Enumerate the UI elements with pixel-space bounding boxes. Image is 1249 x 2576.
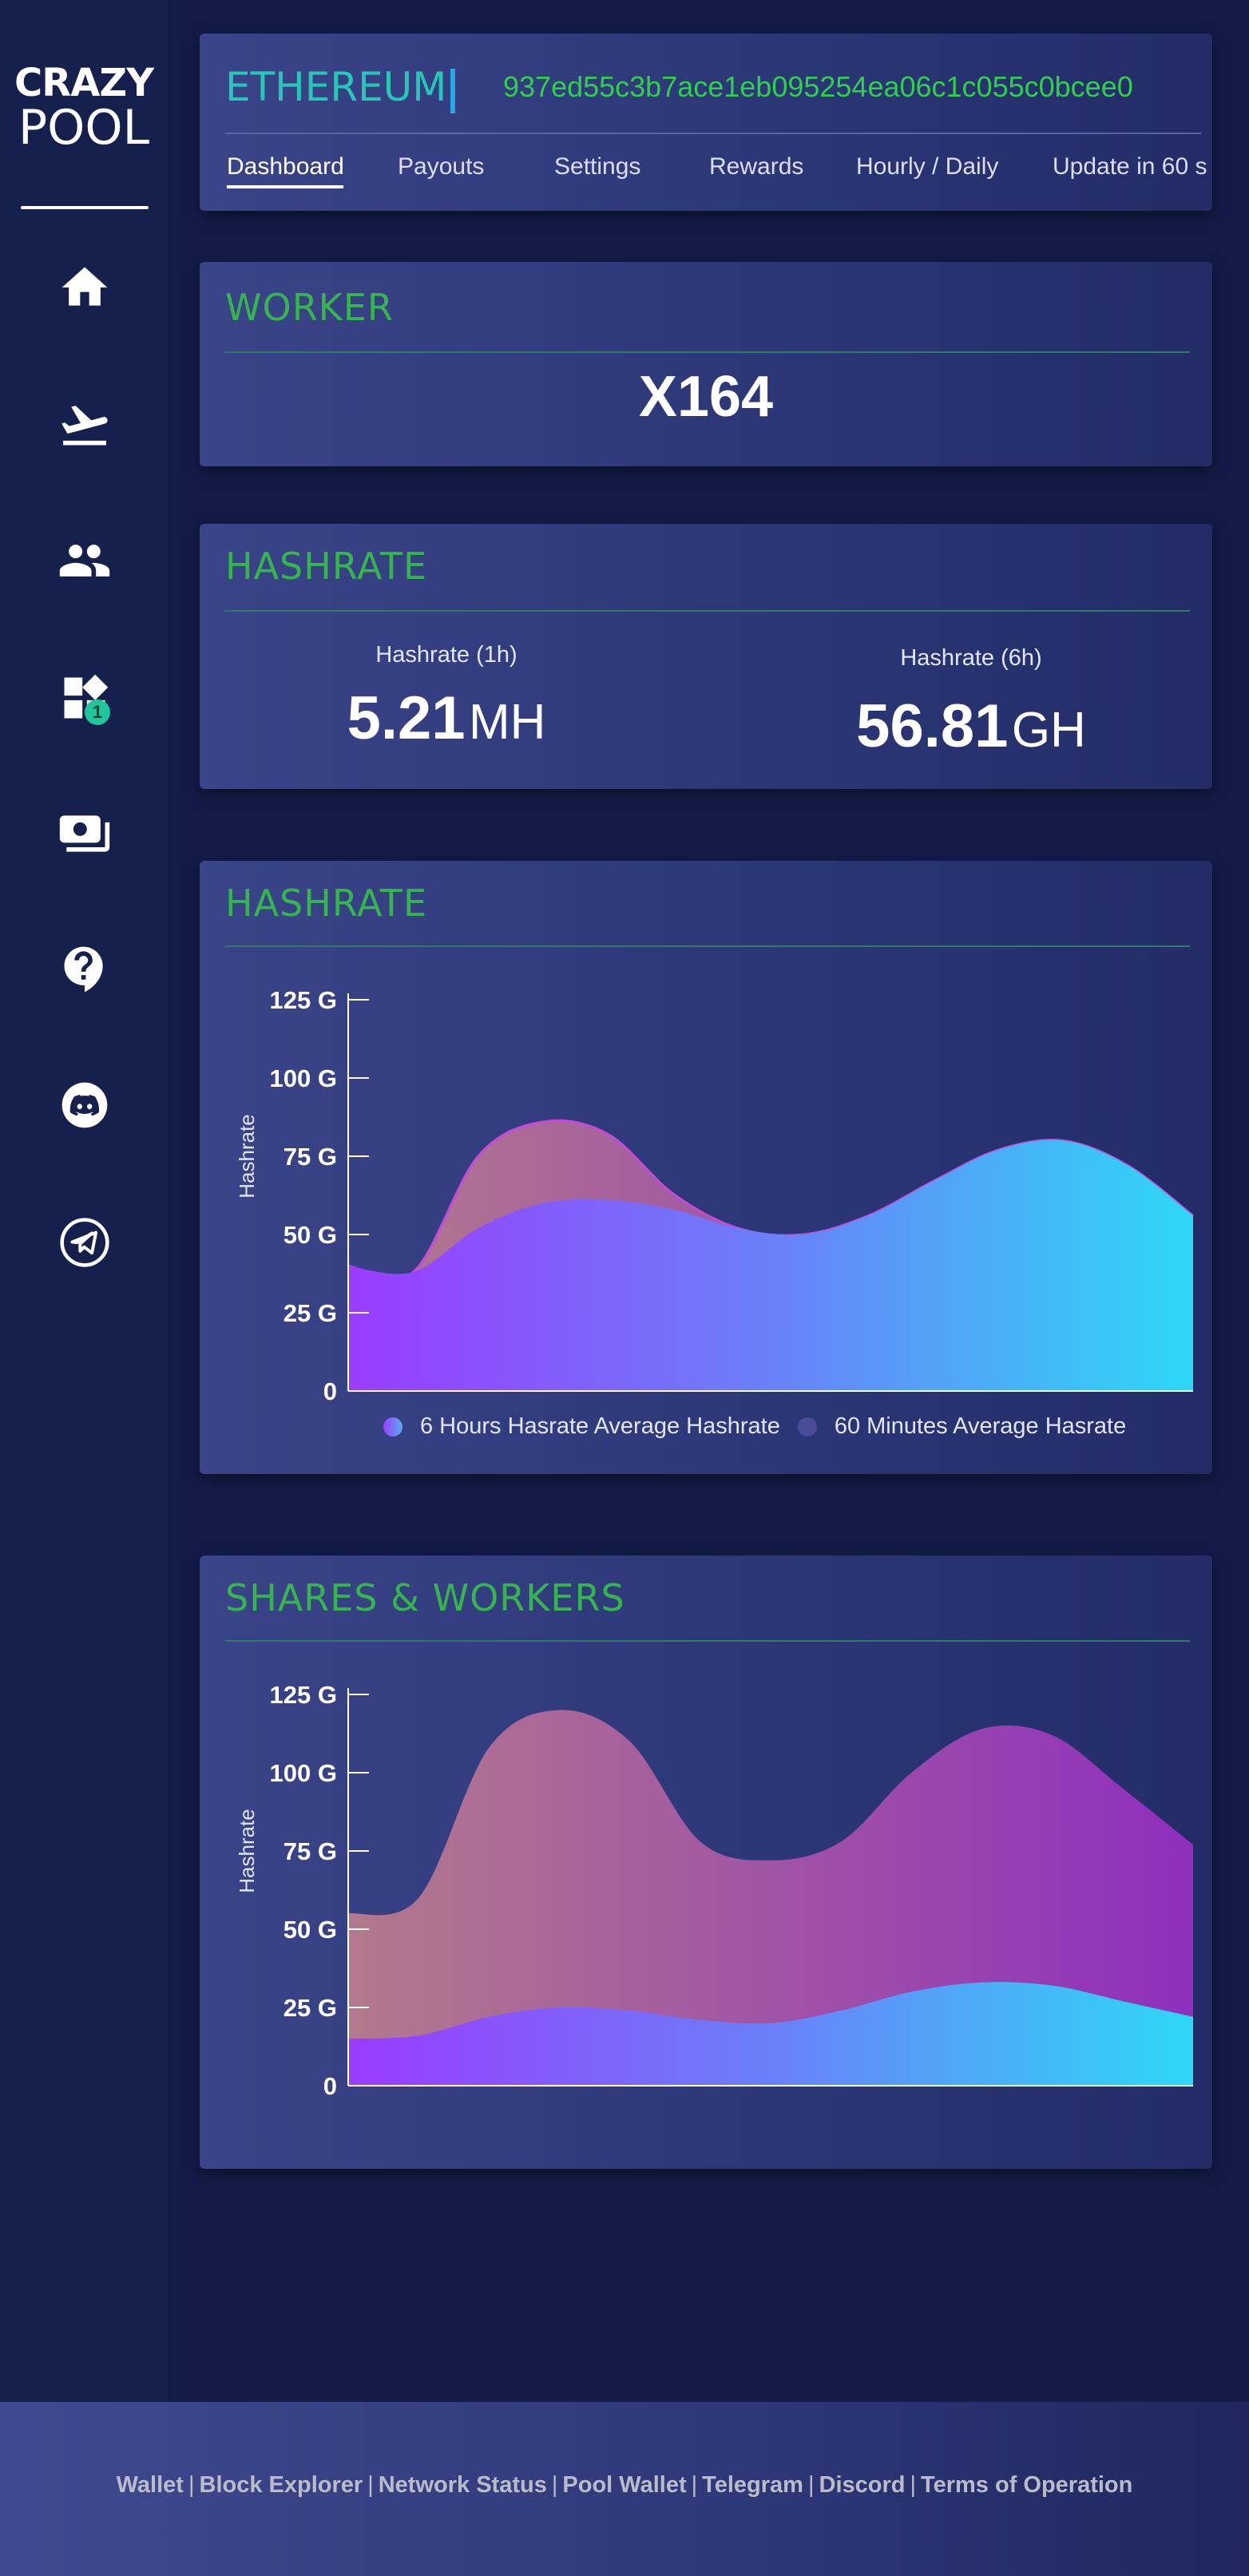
notification-badge: 1 (85, 699, 110, 725)
legend-item-6h[interactable]: 6 Hours Hasrate Average Hashrate (383, 1413, 780, 1440)
shares-workers-area-chart: 0 25 G 50 G 75 G 100 G 125 G Hashrate (235, 1681, 1193, 2100)
worker-name: X164 (638, 365, 774, 429)
header-card: ETHEREUM 937ed55c3b7ace1eb095254ea06c1c0… (200, 34, 1212, 211)
hashrate-1h-unit: MH (468, 695, 546, 750)
nav-workers[interactable] (51, 527, 118, 594)
y-tick-label: 75 G (284, 1837, 337, 1865)
y-tick-label: 25 G (284, 1299, 337, 1327)
y-tick-label: 125 G (270, 1681, 337, 1709)
brand-line1: CRAZY (14, 61, 154, 105)
discord-icon (61, 1082, 108, 1128)
hashrate-6h-value: 56.81 GH (771, 692, 1171, 761)
y-axis-label: Hashrate (235, 1114, 259, 1199)
help-icon (64, 946, 103, 993)
sidebar: CRAZY POOL 1 (0, 0, 168, 2402)
y-axis-label: Hashrate (235, 1809, 259, 1893)
footer-link-wallet[interactable]: Wallet (117, 2472, 184, 2498)
footer-link-terms-of-operation[interactable]: Terms of Operation (921, 2472, 1132, 2498)
coin-name: ETHEREUM (225, 64, 447, 110)
y-tick-label: 50 G (284, 1221, 337, 1249)
nav-widgets[interactable]: 1 (51, 664, 118, 731)
footer-separator: | (807, 2472, 815, 2498)
brand-line2: POOL (18, 100, 150, 156)
y-tick-label: 75 G (284, 1143, 337, 1171)
footer-links: Wallet | Block Explorer | Network Status | Poo… (0, 2472, 1249, 2499)
footer-link-block-explorer[interactable]: Block Explorer (200, 2472, 363, 2498)
hashrate-stats-title: HASHRATE (225, 545, 428, 588)
legend-label-6h: 6 Hours Hasrate Average Hashrate (420, 1413, 780, 1439)
wallet-address[interactable]: 937ed55c3b7ace1eb095254ea06c1c055c0bcee0 (503, 70, 1133, 104)
hashrate-1h-label: Hashrate (1h) (375, 642, 517, 668)
users-icon (59, 545, 110, 577)
header-divider (225, 133, 1201, 134)
nav-help[interactable] (51, 936, 118, 1003)
telegram-icon (60, 1218, 109, 1267)
legend-dot-icon (797, 1417, 817, 1437)
hashrate-6h-number: 56.81 (856, 692, 1009, 760)
hashrate-area-chart: 0 25 G 50 G 75 G 100 G 125 G Hashrate (235, 986, 1194, 1405)
tab-dashboard[interactable]: Dashboard (227, 153, 344, 180)
brand-logo[interactable]: CRAZY POOL (0, 62, 168, 152)
worker-divider (225, 351, 1190, 353)
tab-update-timer[interactable]: Update in 60 s (1053, 153, 1207, 180)
sidebar-divider (21, 206, 149, 209)
footer-link-telegram[interactable]: Telegram (702, 2472, 803, 2498)
coin-separator (450, 69, 455, 113)
tab-settings[interactable]: Settings (554, 153, 640, 180)
y-tick-label: 100 G (270, 1759, 337, 1787)
airplane-takeoff-icon (61, 406, 108, 446)
nav-payouts[interactable] (51, 391, 118, 458)
footer-separator: | (910, 2472, 917, 2498)
home-icon (61, 267, 108, 306)
footer-separator: | (188, 2472, 195, 2498)
hashrate-stats-card: HASHRATE Hashrate (1h) 5.21 MH Hashrate … (200, 524, 1212, 789)
y-tick-label: 50 G (284, 1916, 337, 1944)
nav-home[interactable] (51, 254, 118, 321)
footer-separator: | (367, 2472, 374, 2498)
footer-link-pool-wallet[interactable]: Pool Wallet (562, 2472, 686, 2498)
legend-dot-icon (383, 1417, 402, 1437)
legend-item-60m[interactable]: 60 Minutes Average Hasrate (797, 1413, 1127, 1440)
chart-legend: 6 Hours Hasrate Average Hashrate 60 Minu… (383, 1413, 1144, 1440)
y-tick-label: 100 G (270, 1064, 337, 1092)
footer: Wallet | Block Explorer | Network Status | Poo… (0, 2402, 1249, 2576)
payments-icon (59, 815, 110, 852)
tab-hourly-daily[interactable]: Hourly / Daily (856, 153, 998, 180)
tab-payouts[interactable]: Payouts (398, 153, 484, 180)
footer-link-network-status[interactable]: Network Status (379, 2472, 547, 2498)
nav-payments[interactable] (51, 800, 118, 867)
legend-label-60m: 60 Minutes Average Hasrate (834, 1413, 1127, 1439)
footer-separator: | (691, 2472, 698, 2498)
hashrate-1h-value: 5.21 MH (247, 684, 646, 753)
hashrate-6h-label: Hashrate (6h) (900, 645, 1042, 671)
hashrate-1h-number: 5.21 (347, 684, 466, 752)
y-tick-label: 25 G (284, 1994, 337, 2022)
y-tick-label: 0 (323, 1377, 337, 1405)
worker-title: WORKER (225, 286, 394, 329)
y-tick-label: 0 (323, 2072, 337, 2100)
y-tick-label: 125 G (270, 986, 337, 1014)
worker-card: WORKER X164 (200, 262, 1212, 466)
shares-workers-card: SHARES & WORKERS 0 25 G 50 G 75 G 100 G 125 G… (200, 1556, 1212, 2169)
hashrate-6h-unit: GH (1011, 703, 1086, 758)
nav-telegram[interactable] (51, 1209, 118, 1276)
nav-discord[interactable] (51, 1072, 118, 1139)
footer-link-discord[interactable]: Discord (819, 2472, 906, 2498)
hashrate-stats-divider (225, 610, 1190, 612)
tab-rewards[interactable]: Rewards (709, 153, 803, 180)
active-tab-indicator (227, 185, 343, 188)
hashrate-chart-card: HASHRATE 0 25 G 50 G 75 G 100 G 125 G Hashrate… (200, 861, 1212, 1474)
footer-separator: | (551, 2472, 558, 2498)
